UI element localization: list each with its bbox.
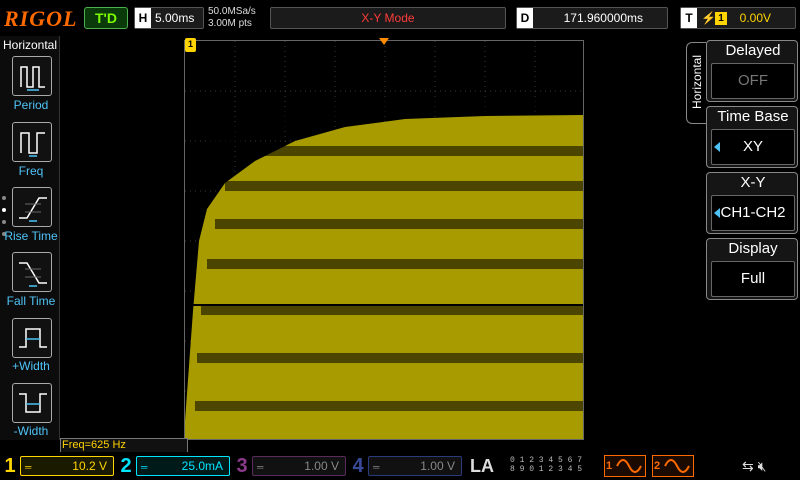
logic-analyzer-channels[interactable]: 0 1 2 3 4 5 6 7 8 9 0 1 2 3 4 5 [510, 456, 600, 476]
trigger-marker[interactable]: 1 [185, 38, 196, 52]
period-label: Period [13, 98, 49, 112]
timebase-label: H [135, 8, 151, 28]
measure-sidebar: Horizontal Period Freq Rise Time Fall Ti… [0, 36, 60, 440]
mute-icon[interactable]: 🔇︎ [758, 458, 767, 474]
rising-edge-icon: ⚡ [701, 11, 716, 25]
timebase-box[interactable]: H 5.00ms [134, 7, 204, 29]
fall-time-label: Fall Time [6, 294, 56, 308]
sample-info: 50.0MSa/s 3.00M pts [208, 6, 256, 30]
channel-2-scale: 25.0mA [181, 459, 223, 473]
trigger-label: T [681, 8, 697, 28]
frequency-icon [20, 132, 45, 157]
channel-1-scale: 10.2 V [72, 459, 107, 473]
time-base-value: XY [742, 138, 763, 155]
channel-1[interactable]: 1 ═ 10.2 V [0, 454, 116, 478]
la-row-2: 8 9 0 1 2 3 4 5 [510, 465, 583, 474]
channel-3-box: ═ 1.00 V [252, 456, 346, 476]
la-row-1: 0 1 2 3 4 5 6 7 [510, 456, 583, 465]
channel-3-scale: 1.00 V [304, 459, 339, 473]
horizontal-position-marker[interactable] [379, 38, 389, 45]
knob-arrow-icon [714, 142, 720, 152]
time-base-softkey[interactable]: Time Base XY [706, 106, 798, 168]
channel-4-box: ═ 1.00 V [368, 456, 462, 476]
sine-wave-icon [664, 459, 690, 473]
positive-width-button[interactable] [12, 318, 52, 358]
timebase-value: 5.00ms [155, 11, 195, 25]
channel-1-box: ═ 10.2 V [20, 456, 114, 476]
channel-2[interactable]: 2 ═ 25.0mA [116, 454, 232, 478]
display-value: Full [711, 261, 795, 297]
dc-coupling-icon: ═ [373, 462, 380, 472]
sidebar-title: Horizontal [2, 38, 58, 52]
fall-time-icon [19, 262, 47, 287]
dc-coupling-icon: ═ [25, 462, 32, 472]
positive-width-icon [19, 328, 47, 348]
delayed-value: OFF [711, 63, 795, 99]
display-title: Display [728, 240, 778, 257]
generator-1-label: 1 [606, 460, 613, 472]
waveform-display[interactable] [184, 40, 584, 440]
time-base-title: Time Base [717, 108, 789, 125]
system-icons: ⇆ 🔇︎ [742, 458, 766, 475]
menu-tab-label: Horizontal [690, 54, 704, 110]
generator-2[interactable]: 2 [652, 455, 694, 477]
time-base-value-box: XY [711, 129, 795, 165]
mode-indicator: X-Y Mode [270, 7, 506, 29]
fall-time-button[interactable] [12, 252, 52, 292]
channel-4[interactable]: 4 ═ 1.00 V [348, 454, 464, 478]
delay-box[interactable]: D 171.960000ms [516, 7, 668, 29]
freq-button[interactable] [12, 122, 52, 162]
generator-2-label: 2 [654, 460, 661, 472]
positive-width-label: +Width [12, 359, 50, 373]
period-icon [20, 66, 45, 91]
channel-2-box: ═ 25.0mA [136, 456, 230, 476]
xy-softkey[interactable]: X-Y CH1-CH2 [706, 172, 798, 234]
channel-2-number: 2 [120, 455, 132, 477]
channel-1-number: 1 [4, 455, 16, 477]
channel-4-number: 4 [352, 455, 364, 477]
negative-width-icon [19, 393, 47, 413]
xy-value: CH1-CH2 [720, 204, 786, 221]
rise-time-button[interactable] [12, 187, 52, 227]
display-softkey[interactable]: Display Full [706, 238, 798, 300]
dc-coupling-icon: ═ [141, 462, 148, 472]
knob-arrow-icon [714, 208, 720, 218]
menu-tab[interactable]: Horizontal [686, 42, 706, 124]
rise-time-label: Rise Time [4, 229, 58, 243]
sample-rate: 50.0MSa/s [208, 6, 256, 17]
delayed-softkey[interactable]: Delayed OFF [706, 40, 798, 102]
softkey-menu: Delayed OFF Time Base XY X-Y CH1-CH2 Dis… [706, 40, 800, 438]
rigol-logo: RIGOL [4, 6, 78, 31]
trigger-box[interactable]: T ⚡ 1 0.00V [680, 7, 796, 29]
sine-wave-icon [616, 459, 642, 473]
rise-time-icon [19, 197, 47, 222]
logic-analyzer-label[interactable]: LA [470, 456, 494, 477]
channel-4-scale: 1.00 V [420, 459, 455, 473]
delayed-title: Delayed [725, 42, 781, 59]
freq-readout: Freq=625 Hz [60, 438, 188, 453]
xy-title: X-Y [740, 174, 766, 191]
trigger-source: 1 [715, 12, 727, 26]
memory-depth: 3.00M pts [208, 18, 252, 29]
generator-1[interactable]: 1 [604, 455, 646, 477]
channel-bar: 1 ═ 10.2 V 2 ═ 25.0mA 3 ═ 1.00 V 4 ═ 1.0… [0, 452, 800, 480]
period-button[interactable] [12, 56, 52, 96]
usb-icon: ⇆ [742, 458, 754, 474]
channel-3[interactable]: 3 ═ 1.00 V [232, 454, 348, 478]
top-status-bar: RIGOL T'D H 5.00ms 50.0MSa/s 3.00M pts X-… [0, 0, 800, 36]
dc-coupling-icon: ═ [257, 462, 264, 472]
delay-value: 171.960000ms [563, 11, 643, 25]
run-status-badge[interactable]: T'D [84, 7, 128, 29]
negative-width-label: -Width [13, 424, 49, 438]
xy-trace [185, 41, 583, 439]
channel-3-number: 3 [236, 455, 248, 477]
delay-label: D [517, 8, 533, 28]
freq-label: Freq [18, 164, 44, 178]
negative-width-button[interactable] [12, 383, 52, 423]
trigger-level: 0.00V [739, 11, 771, 25]
xy-value-box: CH1-CH2 [711, 195, 795, 231]
